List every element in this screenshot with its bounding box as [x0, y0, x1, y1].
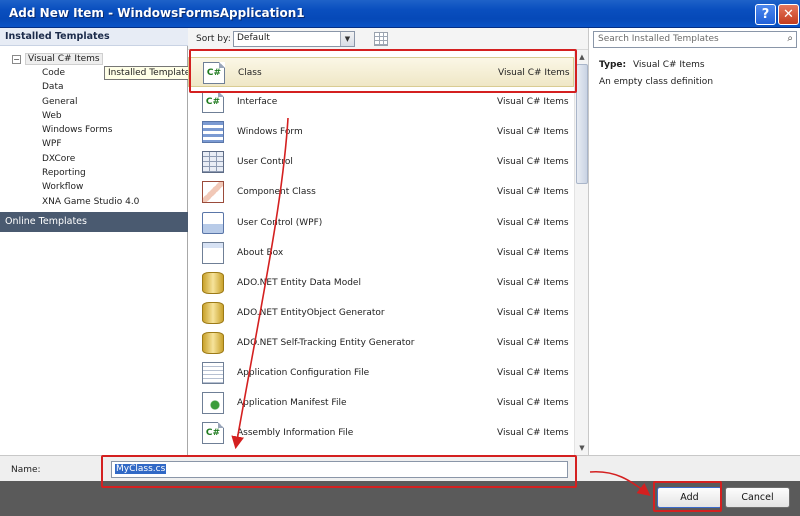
search-icon[interactable]: ⌕ — [787, 33, 793, 44]
template-name: Class — [238, 68, 262, 78]
template-language: Visual C# Items — [498, 68, 570, 78]
template-list-scrollbar[interactable]: ▲ ▼ — [574, 50, 588, 455]
cs-class-icon: C# — [203, 62, 225, 84]
template-row[interactable]: ADO.NET Entity Data Model Visual C# Items — [188, 268, 574, 298]
template-row[interactable]: C# Assembly Information File Visual C# Ite… — [188, 418, 574, 448]
template-name: User Control (WPF) — [237, 217, 323, 228]
tree-item[interactable]: Windows Forms — [42, 123, 139, 137]
cs-file-icon: C# — [202, 422, 224, 445]
template-name: Component Class — [237, 187, 316, 198]
tooltip: Installed Templates — [104, 66, 199, 80]
details-panel: Search Installed Templates ⌕ Type: Visua… — [588, 28, 800, 455]
title-bar: Add New Item - WindowsFormsApplication1 … — [0, 0, 800, 28]
template-language: Visual C# Items — [497, 428, 569, 439]
chevron-down-icon[interactable]: ▼ — [340, 32, 354, 46]
search-templates-input[interactable]: Search Installed Templates ⌕ — [593, 31, 797, 48]
tree-item[interactable]: WPF — [42, 137, 139, 151]
template-name: Interface — [237, 97, 278, 108]
sort-by-value: Default — [237, 33, 270, 43]
tree-item[interactable]: Web — [42, 109, 139, 123]
installed-templates-header[interactable]: Installed Templates — [0, 28, 188, 46]
template-language: Visual C# Items — [497, 368, 569, 378]
template-language: Visual C# Items — [497, 157, 569, 168]
sort-toolbar: Sort by: Default ▼ — [188, 28, 782, 483]
about-box-icon — [202, 241, 224, 264]
tree-root-visual-csharp-items[interactable]: − Visual C# Items — [12, 53, 103, 65]
template-language: Visual C# Items — [497, 337, 569, 348]
tree-item[interactable]: Data — [42, 80, 139, 94]
cs-interface-icon: C# — [202, 91, 224, 114]
template-language: Visual C# Items — [497, 277, 569, 288]
template-row[interactable]: ADO.NET Self-Tracking Entity Generator Vi… — [188, 328, 574, 358]
sort-by-label: Sort by: — [196, 34, 231, 44]
tree-root-label[interactable]: Visual C# Items — [25, 53, 103, 65]
collapse-icon[interactable]: − — [12, 54, 21, 64]
user-control-icon — [202, 151, 224, 174]
database-icon — [202, 331, 224, 354]
name-label: Name: — [11, 465, 41, 475]
component-class-icon — [202, 181, 224, 204]
medium-icons-view-icon[interactable] — [374, 32, 388, 46]
database-icon — [202, 301, 224, 324]
template-language: Visual C# Items — [497, 398, 569, 409]
add-button[interactable]: Add — [657, 487, 722, 508]
database-icon — [202, 271, 224, 294]
scroll-thumb[interactable] — [576, 64, 588, 184]
template-row[interactable]: About Box Visual C# Items — [188, 238, 574, 268]
type-line: Type: Visual C# Items — [599, 60, 705, 70]
tree-item[interactable]: DXCore — [42, 152, 139, 166]
template-row[interactable]: User Control (WPF) Visual C# Items — [188, 208, 574, 238]
tree-item[interactable]: General — [42, 95, 139, 109]
template-row[interactable]: ADO.NET EntityObject Generator Visual C# … — [188, 298, 574, 328]
template-language: Visual C# Items — [497, 97, 569, 108]
template-name: Assembly Information File — [237, 428, 354, 439]
tree-children: Code Data General Web Windows Forms WPF DXCore… — [42, 66, 139, 209]
tree-item[interactable]: Workflow — [42, 180, 139, 194]
template-row[interactable]: C# Interface Visual C# Items — [188, 87, 574, 117]
template-description: An empty class definition — [599, 77, 714, 87]
template-name: Application Configuration File — [237, 368, 370, 378]
online-templates-header[interactable]: Online Templates — [0, 212, 188, 232]
template-name: User Control — [237, 157, 293, 168]
template-language: Visual C# Items — [497, 217, 569, 228]
tree-item[interactable]: XNA Game Studio 4.0 — [42, 195, 139, 209]
templates-tree-panel: Installed Templates − Visual C# Items Co… — [0, 28, 199, 455]
template-language: Visual C# Items — [497, 247, 569, 258]
type-value: Visual C# Items — [632, 60, 705, 70]
windows-form-icon — [202, 121, 224, 144]
scroll-up-icon[interactable]: ▲ — [575, 50, 589, 64]
name-input[interactable]: MyClass.cs — [111, 461, 568, 478]
template-name: Application Manifest File — [237, 398, 347, 409]
wpf-user-control-icon — [202, 211, 224, 234]
template-row[interactable]: Component Class Visual C# Items — [188, 177, 574, 207]
scroll-down-icon[interactable]: ▼ — [575, 441, 589, 455]
template-row[interactable]: User Control Visual C# Items — [188, 147, 574, 177]
template-row[interactable]: Application Configuration File Visual C# … — [188, 358, 574, 388]
dialog-footer: Add Cancel — [0, 481, 800, 516]
template-row[interactable]: C# Class Visual C# Items — [188, 57, 574, 87]
template-language: Visual C# Items — [497, 187, 569, 198]
close-button[interactable]: ✕ — [778, 4, 799, 25]
name-input-value: MyClass.cs — [115, 464, 167, 474]
name-bar: Name: MyClass.cs — [0, 455, 800, 481]
sort-by-dropdown[interactable]: Default ▼ — [233, 31, 355, 47]
manifest-file-icon — [202, 392, 224, 415]
template-name: ADO.NET EntityObject Generator — [237, 307, 385, 318]
template-name: About Box — [237, 247, 284, 258]
type-label: Type: — [599, 60, 627, 70]
search-placeholder: Search Installed Templates — [598, 34, 719, 44]
template-row[interactable]: Application Manifest File Visual C# Items — [188, 388, 574, 418]
template-name: ADO.NET Self-Tracking Entity Generator — [237, 337, 415, 348]
tree-item[interactable]: Reporting — [42, 166, 139, 180]
help-button[interactable]: ? — [755, 4, 776, 25]
config-file-icon — [202, 362, 224, 384]
template-row[interactable]: Windows Form Visual C# Items — [188, 117, 574, 147]
template-list: C# Class Visual C# Items C# Interface Visual … — [188, 50, 574, 455]
template-name: ADO.NET Entity Data Model — [237, 277, 361, 288]
cancel-button[interactable]: Cancel — [725, 487, 790, 508]
template-language: Visual C# Items — [497, 307, 569, 318]
template-language: Visual C# Items — [497, 127, 569, 138]
window-title: Add New Item - WindowsFormsApplication1 — [9, 6, 305, 20]
template-name: Windows Form — [237, 127, 303, 138]
